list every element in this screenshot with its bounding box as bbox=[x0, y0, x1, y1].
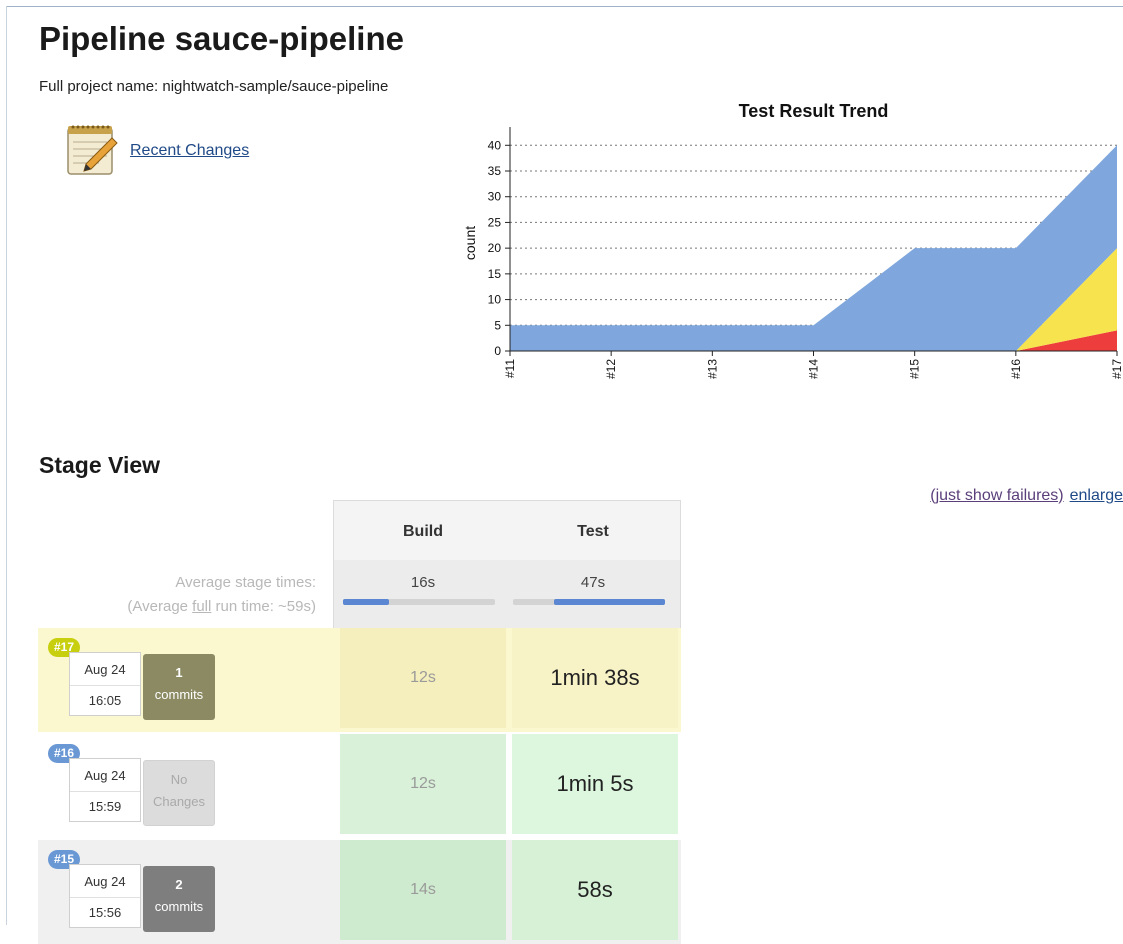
average-time-build: 16s bbox=[410, 574, 436, 591]
stage-column-test[interactable]: Test bbox=[508, 523, 678, 541]
commits-label: commits bbox=[154, 687, 204, 702]
frame-border-left bbox=[6, 6, 7, 925]
stage-cell-test[interactable]: 58s bbox=[512, 840, 678, 940]
average-bar-build bbox=[343, 599, 495, 605]
trend-chart-links: (just show failures) enlarge bbox=[930, 487, 1123, 505]
full-project-name: Full project name: nightwatch-sample/sau… bbox=[39, 78, 389, 95]
commits-label: commits bbox=[154, 899, 204, 914]
stage-cell-test[interactable]: 1min 5s bbox=[512, 734, 678, 834]
average-bar-test-fill bbox=[554, 599, 665, 605]
average-time-test: 47s bbox=[580, 574, 606, 591]
average-full-run-text: (Average full run time: ~59s) bbox=[127, 598, 316, 615]
run-date: Aug 24 bbox=[84, 662, 126, 677]
stage-view-title: Stage View bbox=[39, 452, 161, 478]
y-tick-label: 0 bbox=[494, 344, 501, 358]
run-date-box: Aug 24 15:56 bbox=[69, 864, 141, 928]
y-tick-label: 10 bbox=[488, 293, 502, 307]
commits-count: No bbox=[170, 772, 188, 787]
commits-count: 1 bbox=[175, 665, 183, 680]
y-tick-label: 35 bbox=[488, 164, 502, 178]
run-date-box: Aug 24 15:59 bbox=[69, 758, 141, 822]
run-time: 16:05 bbox=[88, 693, 122, 708]
stage-cell-build[interactable]: 14s bbox=[340, 840, 506, 940]
x-tick-label: #11 bbox=[503, 359, 517, 378]
stage-cell-build[interactable]: 12s bbox=[340, 628, 506, 728]
run-time: 15:56 bbox=[88, 905, 122, 920]
test-result-trend-chart: Test Result Trend count 0 5 10 15 20 25 30 35 40 #1… bbox=[455, 95, 1123, 504]
run-commits[interactable]: No Changes bbox=[143, 760, 215, 826]
date-separator bbox=[70, 685, 140, 686]
y-tick-label: 30 bbox=[488, 190, 502, 204]
y-axis-label: count bbox=[462, 226, 478, 260]
stage-cell-build[interactable]: 12s bbox=[340, 734, 506, 834]
chart-title: Test Result Trend bbox=[739, 101, 889, 121]
run-info: #16 Aug 24 15:59 No Changes bbox=[38, 734, 333, 838]
run-row: #16 Aug 24 15:59 No Changes 12s 1min 5s bbox=[38, 734, 681, 838]
x-tick-label: #12 bbox=[604, 359, 618, 379]
run-time: 15:59 bbox=[88, 799, 122, 814]
trend-chart-svg: Test Result Trend count 0 5 10 15 20 25 30 35 40 #1… bbox=[462, 101, 1123, 379]
y-tick-label: 5 bbox=[494, 318, 501, 332]
run-date-box: Aug 24 16:05 bbox=[69, 652, 141, 716]
y-tick-label: 40 bbox=[488, 138, 502, 152]
run-commits[interactable]: 2 commits bbox=[143, 866, 215, 932]
x-tick-label: #16 bbox=[1009, 359, 1023, 379]
average-stage-times-label: Average stage times: (Average full run t… bbox=[40, 571, 316, 619]
stage-view-header: Build Test bbox=[333, 500, 681, 560]
y-tick-label: 15 bbox=[488, 267, 502, 281]
stage-column-build[interactable]: Build bbox=[338, 523, 508, 541]
frame-border-top bbox=[6, 6, 1123, 7]
commits-label: Changes bbox=[152, 794, 206, 809]
run-date: Aug 24 bbox=[84, 768, 126, 783]
average-stage-times-text: Average stage times: bbox=[175, 574, 316, 591]
run-row: #15 Aug 24 15:56 2 commits 14s 58s bbox=[38, 840, 681, 944]
stage-cell-test[interactable]: 1min 38s bbox=[512, 628, 678, 728]
x-tick-label: #15 bbox=[908, 359, 922, 379]
run-info: #15 Aug 24 15:56 2 commits bbox=[38, 840, 333, 944]
average-bar-test bbox=[513, 599, 665, 605]
run-date: Aug 24 bbox=[84, 874, 126, 889]
y-tick-label: 25 bbox=[488, 215, 502, 229]
run-info: #17 Aug 24 16:05 1 commits bbox=[38, 628, 333, 732]
x-tick-label: #14 bbox=[807, 359, 821, 379]
average-times-row: 16s 47s bbox=[333, 560, 681, 628]
x-tick-label: #13 bbox=[705, 359, 719, 379]
date-separator bbox=[70, 791, 140, 792]
commits-count: 2 bbox=[175, 877, 183, 892]
x-tick-label: #17 bbox=[1110, 359, 1123, 379]
enlarge-link[interactable]: enlarge bbox=[1070, 487, 1123, 504]
y-tick-label: 20 bbox=[488, 241, 502, 255]
average-bar-build-fill bbox=[343, 599, 389, 605]
run-commits[interactable]: 1 commits bbox=[143, 654, 215, 720]
notepad-icon[interactable] bbox=[64, 122, 120, 178]
just-show-failures-link[interactable]: (just show failures) bbox=[930, 487, 1063, 504]
recent-changes-link[interactable]: Recent Changes bbox=[130, 142, 249, 160]
run-row: #17 Aug 24 16:05 1 commits 12s 1min 38s bbox=[38, 628, 681, 732]
page-title: Pipeline sauce-pipeline bbox=[39, 20, 404, 57]
date-separator bbox=[70, 897, 140, 898]
